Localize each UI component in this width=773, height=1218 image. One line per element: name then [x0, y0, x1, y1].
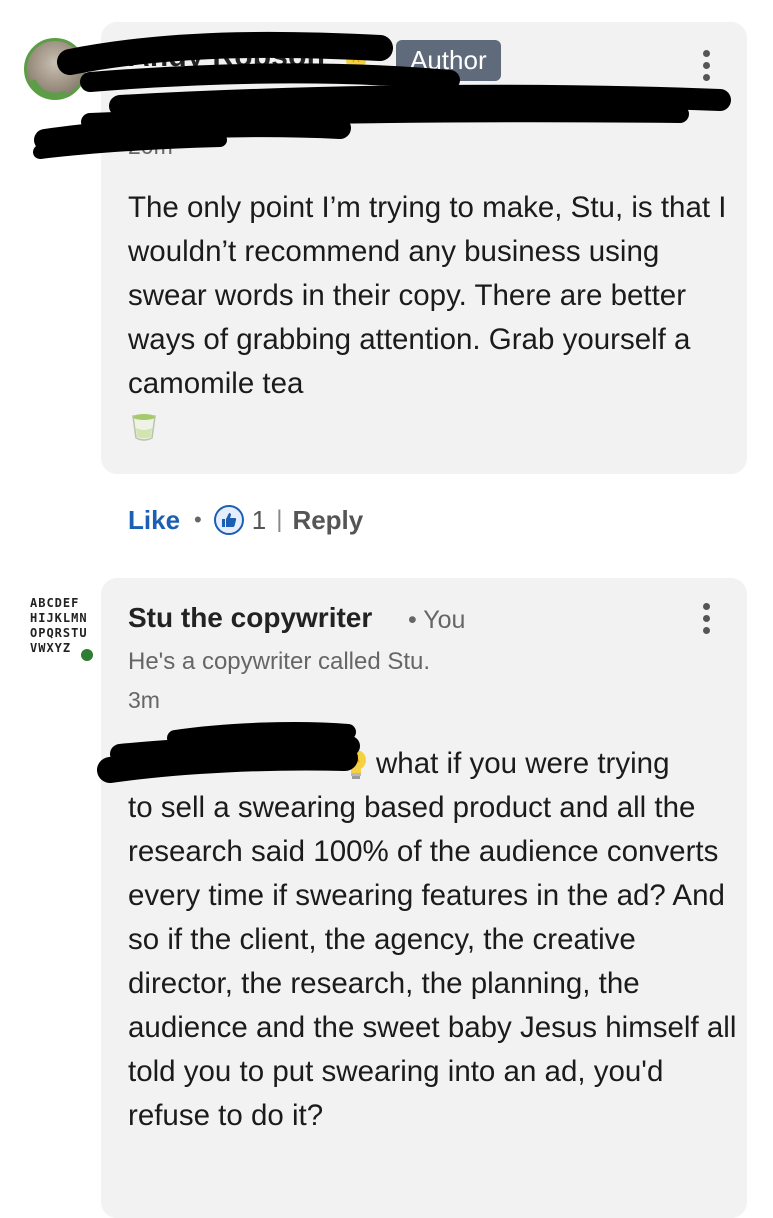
more-options-icon[interactable] [703, 603, 711, 637]
open-to-work-ring [27, 78, 69, 97]
reply-button[interactable]: Reply [292, 505, 363, 536]
lightbulb-icon [346, 50, 366, 79]
comment-body: The only point I’m trying to make, Stu, … [128, 191, 727, 400]
comment-actions: Like • 1 | Reply [128, 500, 363, 540]
thumbs-up-icon[interactable] [213, 505, 244, 535]
avatar-letters-line: OPQRSTU [30, 626, 88, 640]
comment-body-first-line: what if you were trying [376, 747, 670, 780]
avatar-andy[interactable] [24, 38, 86, 100]
author-badge: Author [396, 40, 501, 81]
separator-dot: • [194, 507, 202, 532]
tea-cup-icon [132, 414, 156, 441]
avatar-letters-line: HIJKLMN [30, 611, 88, 625]
avatar-letters-line: ABCDEF [30, 596, 80, 610]
comment-author-name[interactable]: Stu the copywriter [128, 602, 372, 634]
lightbulb-icon [346, 750, 366, 779]
comment-timestamp: 20m [128, 133, 173, 159]
online-status-indicator [79, 647, 95, 663]
more-options-icon[interactable] [703, 50, 711, 84]
comment-author-name[interactable]: Andy Robson [128, 40, 325, 74]
divider: | [276, 506, 283, 533]
reaction-count[interactable]: 1 [252, 505, 266, 536]
comment-timestamp: 3m [128, 687, 160, 713]
like-button[interactable]: Like [128, 505, 180, 536]
mention-link[interactable]: And [128, 744, 185, 778]
comment-author-headline: He's a copywriter called Stu. [128, 648, 431, 675]
you-label: • You [408, 606, 466, 634]
comment-body: to sell a swearing based product and all… [128, 791, 737, 1132]
comment-author-headline: Freelance [128, 96, 235, 123]
